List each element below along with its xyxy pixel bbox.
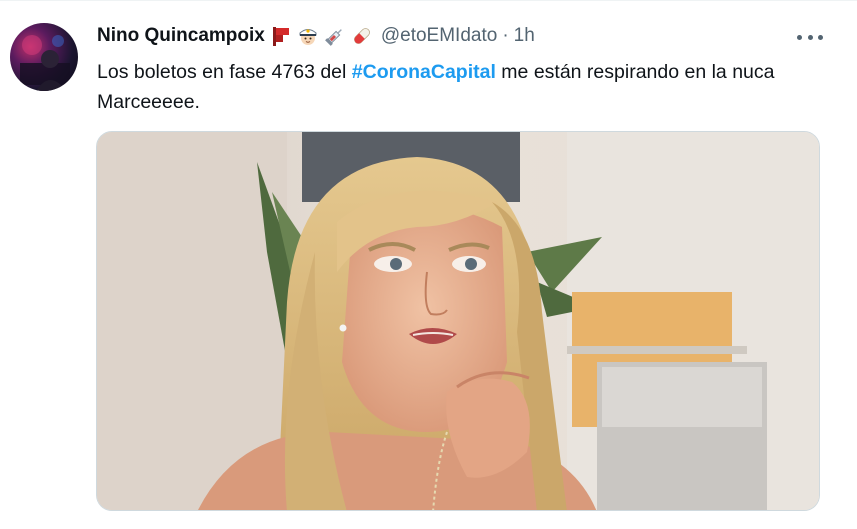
police-officer-icon <box>297 25 319 47</box>
more-dot <box>818 34 823 40</box>
pennant-icon <box>270 25 292 47</box>
more-dot <box>807 34 813 40</box>
display-name[interactable]: Nino Quincampoix <box>97 25 265 47</box>
tweet-media-image[interactable] <box>96 131 820 511</box>
separator-dot: · <box>502 25 509 46</box>
media-illustration <box>97 132 819 510</box>
avatar[interactable] <box>10 23 78 91</box>
tweet-text: Los boletos en fase 4763 del #CoronaCapi… <box>97 57 817 117</box>
tweet-card[interactable]: Nino Quincampoix @etoEMIdato · 1h Los bo… <box>0 0 857 529</box>
hashtag-link[interactable]: #CoronaCapital <box>352 61 496 83</box>
pill-icon <box>351 25 373 47</box>
tweet-header: Nino Quincampoix @etoEMIdato · 1h <box>97 21 535 51</box>
syringe-icon <box>324 25 346 47</box>
tweet-text-start: Los boletos en fase 4763 del <box>97 61 352 83</box>
user-handle[interactable]: @etoEMIdato <box>381 25 497 47</box>
more-dot <box>797 34 802 40</box>
more-horizontal-icon[interactable] <box>797 27 823 47</box>
timestamp[interactable]: 1h <box>514 25 535 47</box>
